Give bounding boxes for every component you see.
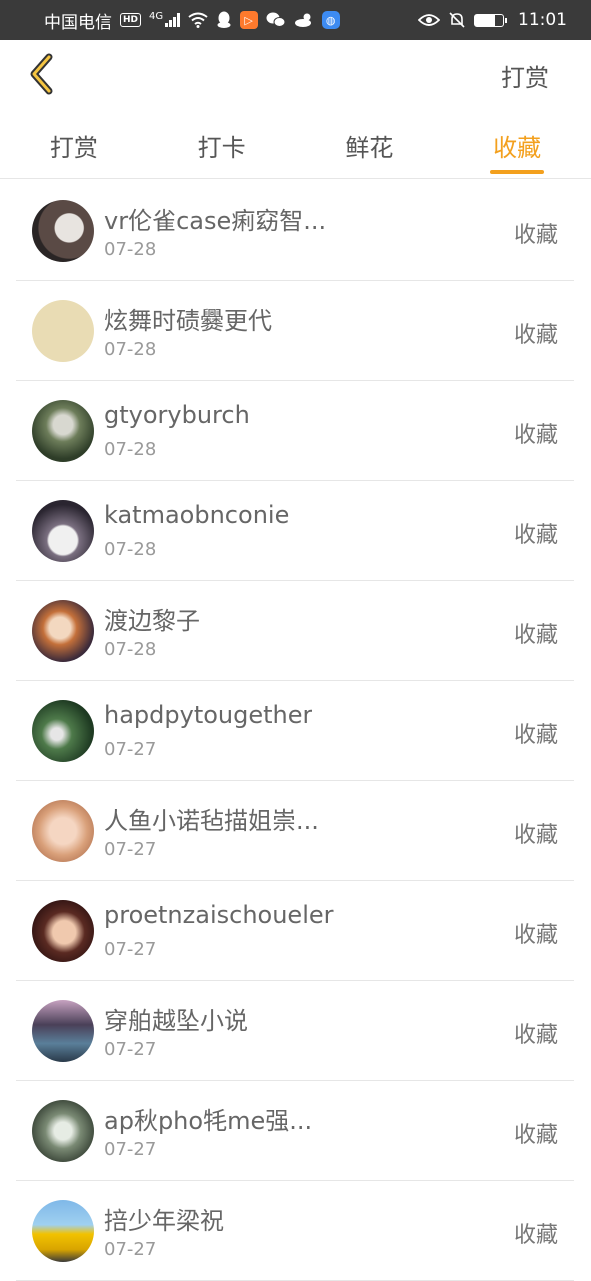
tab-favorites[interactable]: 收藏	[443, 110, 591, 178]
weather-icon	[294, 13, 311, 27]
clock: 11:01	[518, 10, 567, 30]
tab-label: 打赏	[49, 134, 98, 162]
carrier-label: 中国电信	[44, 12, 112, 33]
list-item[interactable]: 掊少年梁祝 07-27 收藏	[16, 1181, 574, 1281]
item-action-label: 收藏	[513, 1123, 558, 1148]
list-item[interactable]: hapdpytougether 07-27 收藏	[16, 681, 574, 781]
favorites-list: vr伦雀case痢窈智... 07-28 收藏 炫舞时碛爨更代 07-28 收藏…	[16, 181, 574, 1281]
item-action-label: 收藏	[513, 523, 558, 548]
list-item[interactable]: proetnzaischoueler 07-27 收藏	[16, 881, 574, 981]
avatar[interactable]	[32, 400, 94, 462]
user-name: 穿舶越坠小说	[104, 1007, 248, 1035]
status-bar-left: 中国电信 HD 4G ▷ ◍	[44, 8, 340, 33]
user-name: 掊少年梁祝	[104, 1207, 224, 1235]
item-date: 07-27	[104, 1039, 157, 1060]
user-name: 炫舞时碛爨更代	[104, 307, 272, 335]
item-date: 07-27	[104, 939, 157, 960]
avatar[interactable]	[32, 700, 94, 762]
app-icon: ▷	[239, 11, 258, 29]
user-name: proetnzaischoueler	[104, 901, 334, 929]
item-date: 07-28	[104, 339, 157, 360]
avatar[interactable]	[32, 500, 94, 562]
user-name: hapdpytougether	[104, 701, 313, 729]
user-name: katmaobnconie	[104, 501, 290, 529]
item-action-label: 收藏	[513, 223, 558, 248]
avatar[interactable]	[32, 1200, 94, 1262]
user-name: vr伦雀case痢窈智...	[104, 207, 327, 235]
qq-icon	[217, 11, 231, 28]
avatar[interactable]	[32, 600, 94, 662]
item-date: 07-28	[104, 239, 157, 260]
user-name: 渡边黎子	[104, 607, 200, 635]
app-header: 打赏	[0, 40, 591, 110]
reward-button[interactable]: 打赏	[501, 58, 549, 93]
list-item[interactable]: 渡边黎子 07-28 收藏	[16, 581, 574, 681]
wechat-icon	[266, 12, 286, 27]
tab-label: 鲜花	[345, 134, 394, 162]
item-date: 07-28	[104, 639, 157, 660]
item-date: 07-27	[104, 839, 157, 860]
browser-icon: ◍	[321, 11, 340, 29]
user-name: gtyoryburch	[104, 401, 250, 429]
avatar[interactable]	[32, 300, 94, 362]
item-action-label: 收藏	[513, 1223, 558, 1248]
list-item[interactable]: gtyoryburch 07-28 收藏	[16, 381, 574, 481]
item-action-label: 收藏	[513, 923, 558, 948]
mute-icon	[449, 12, 465, 28]
user-name: 人鱼小诺毡描姐崇...	[104, 807, 319, 835]
avatar[interactable]	[32, 800, 94, 862]
tab-flowers[interactable]: 鲜花	[296, 110, 444, 178]
active-tab-indicator	[490, 170, 545, 174]
item-date: 07-27	[104, 1239, 157, 1260]
item-action-label: 收藏	[513, 823, 558, 848]
wifi-icon	[188, 12, 208, 28]
item-action-label: 收藏	[513, 423, 558, 448]
tab-label: 收藏	[493, 134, 542, 162]
list-item[interactable]: vr伦雀case痢窈智... 07-28 收藏	[16, 181, 574, 281]
status-bar: 中国电信 HD 4G ▷ ◍ 11:01	[0, 0, 591, 40]
avatar[interactable]	[32, 1100, 94, 1162]
tab-reward[interactable]: 打赏	[0, 110, 148, 178]
tab-label: 打卡	[197, 134, 246, 162]
list-item[interactable]: ap秋pho牦me强... 07-27 收藏	[16, 1081, 574, 1181]
eye-icon	[418, 14, 440, 26]
item-action-label: 收藏	[513, 323, 558, 348]
item-date: 07-28	[104, 439, 157, 460]
item-date: 07-28	[104, 539, 157, 560]
avatar[interactable]	[32, 200, 94, 262]
tab-bar: 打赏 打卡 鲜花 收藏	[0, 110, 591, 179]
list-item[interactable]: katmaobnconie 07-28 收藏	[16, 481, 574, 581]
list-item[interactable]: 炫舞时碛爨更代 07-28 收藏	[16, 281, 574, 381]
user-name: ap秋pho牦me强...	[104, 1107, 313, 1135]
item-action-label: 收藏	[513, 723, 558, 748]
back-button[interactable]	[22, 52, 62, 96]
avatar[interactable]	[32, 1000, 94, 1062]
hd-badge: HD	[120, 13, 142, 27]
item-date: 07-27	[104, 739, 157, 760]
signal-icon	[165, 13, 180, 27]
status-bar-right: 11:01	[418, 10, 567, 30]
item-date: 07-27	[104, 1139, 157, 1160]
avatar[interactable]	[32, 900, 94, 962]
list-item[interactable]: 穿舶越坠小说 07-27 收藏	[16, 981, 574, 1081]
battery-icon	[474, 13, 507, 27]
item-action-label: 收藏	[513, 1023, 558, 1048]
list-item[interactable]: 人鱼小诺毡描姐崇... 07-27 收藏	[16, 781, 574, 881]
network-label: 4G	[149, 10, 164, 22]
tab-checkin[interactable]: 打卡	[148, 110, 296, 178]
chevron-left-icon	[30, 53, 53, 95]
item-action-label: 收藏	[513, 623, 558, 648]
